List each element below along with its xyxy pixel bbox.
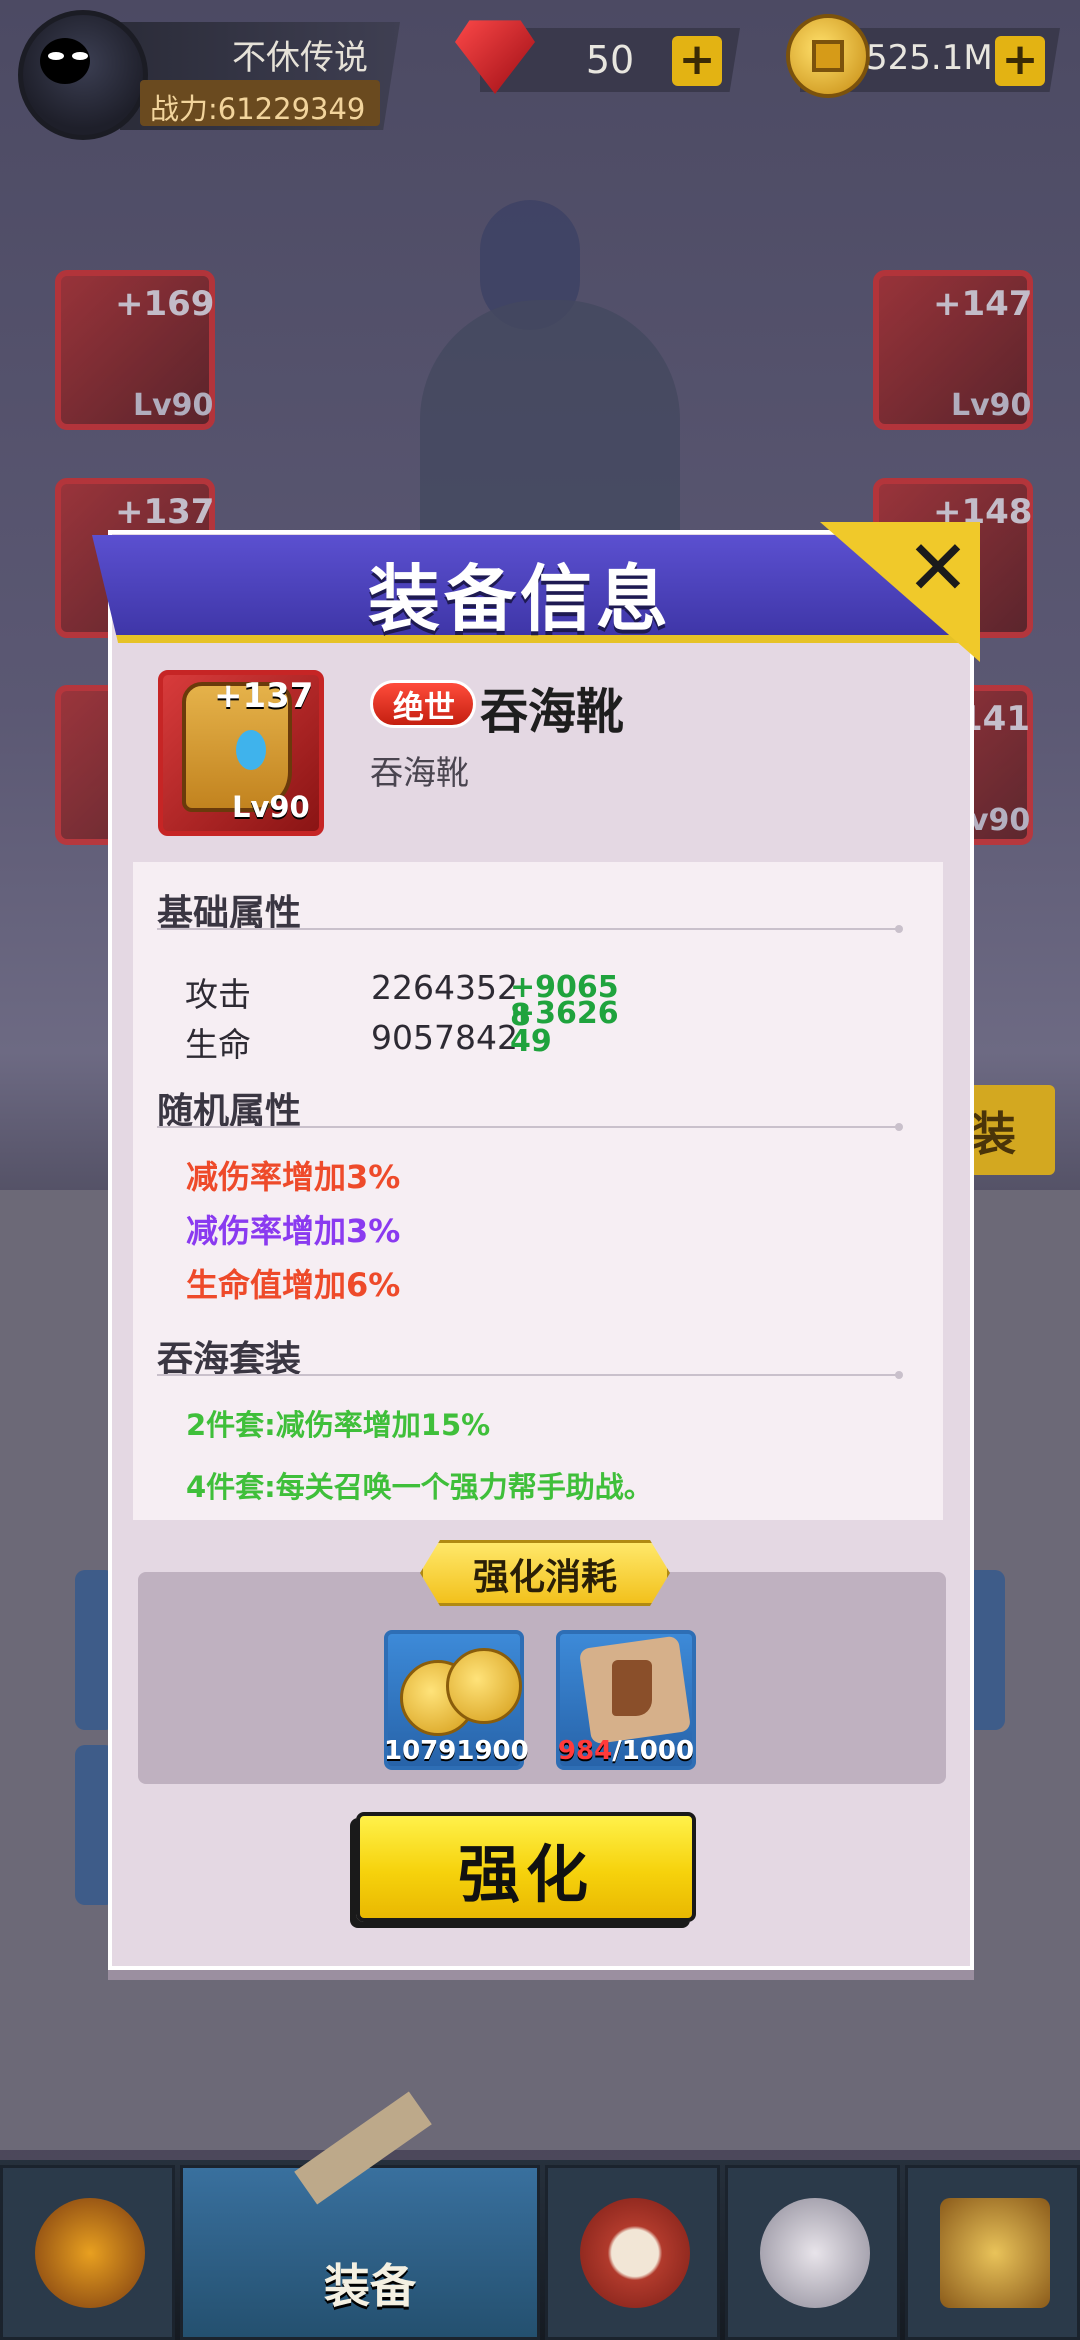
stat-value-attack: 2264352	[371, 968, 518, 1007]
nav-label-equipment: 装备	[324, 2259, 416, 2313]
auto-equip-label: 装	[970, 1107, 1016, 1161]
slot-level: v90	[969, 803, 1031, 838]
divider-dot	[895, 1123, 903, 1131]
dialog-title: 装备信息	[367, 557, 672, 641]
divider-dot	[895, 925, 903, 933]
gold-cost: 10791900	[384, 1736, 529, 1766]
item-name: 吞海靴	[480, 684, 625, 740]
stat-label-hp: 生命	[185, 1025, 251, 1064]
equipment-slot-helmet[interactable]: +147 Lv90	[873, 270, 1033, 430]
scroll-have: 984	[557, 1736, 613, 1766]
drum-icon	[580, 2198, 690, 2308]
slot-plus: +169	[115, 284, 215, 324]
stat-bonus-hp: +362649	[510, 996, 619, 1059]
combat-power: 战力:61229349	[150, 92, 366, 126]
avatar-eye	[48, 52, 64, 60]
equipment-slot-weapon[interactable]: +169 Lv90	[55, 270, 215, 430]
gold-count: 525.1M	[866, 38, 993, 78]
enhance-button-label: 强化	[457, 1838, 594, 1911]
scroll-need: /1000	[612, 1736, 695, 1766]
stat-value-hp: 9057842	[371, 1018, 518, 1057]
slot-plus: +137	[115, 492, 215, 532]
item-subtitle: 吞海靴	[370, 753, 469, 792]
slot-plus: +147	[933, 284, 1033, 324]
set-bonus-line: 4件套:每关召唤一个强力帮手助战。	[186, 1470, 653, 1504]
nav-tab-cannon[interactable]	[725, 2165, 900, 2340]
item-level: Lv90	[232, 790, 310, 824]
boot-mini-icon	[612, 1660, 652, 1716]
divider-dot	[895, 1371, 903, 1379]
set-bonus-line: 2件套:减伤率增加15%	[186, 1408, 491, 1442]
random-attr: 生命值增加6%	[186, 1266, 401, 1304]
nav-tab-castle[interactable]	[905, 2165, 1080, 2340]
scroll-cost: 984/1000	[556, 1736, 696, 1766]
player-name: 不休传说	[232, 38, 368, 78]
slot-level: Lv90	[133, 388, 214, 423]
add-gems-button[interactable]: +	[672, 36, 722, 86]
close-icon[interactable]: ✕	[900, 530, 976, 606]
divider	[157, 1374, 897, 1376]
gem-count: 50	[585, 38, 635, 82]
add-gold-button[interactable]: +	[995, 36, 1045, 86]
nav-tab-drum[interactable]	[545, 2165, 720, 2340]
divider	[157, 1126, 897, 1128]
slot-level: Lv90	[951, 388, 1032, 423]
hero-icon	[35, 2198, 145, 2308]
rarity-label: 绝世	[393, 690, 455, 726]
divider	[157, 928, 897, 930]
cannon-icon	[760, 2198, 870, 2308]
avatar-face	[40, 38, 90, 84]
cost-tag-label: 强化消耗	[472, 1557, 617, 1598]
coin-stack-icon	[446, 1648, 522, 1724]
avatar-eye	[72, 52, 88, 60]
random-attr: 减伤率增加3%	[186, 1158, 401, 1196]
stat-label-attack: 攻击	[185, 975, 251, 1014]
nav-tab-hero[interactable]	[0, 2165, 175, 2340]
random-attr: 减伤率增加3%	[186, 1212, 401, 1250]
item-enhance-level: +137	[214, 676, 314, 716]
boot-gem	[236, 730, 266, 770]
coin-hole	[812, 40, 844, 72]
castle-icon	[940, 2198, 1050, 2308]
